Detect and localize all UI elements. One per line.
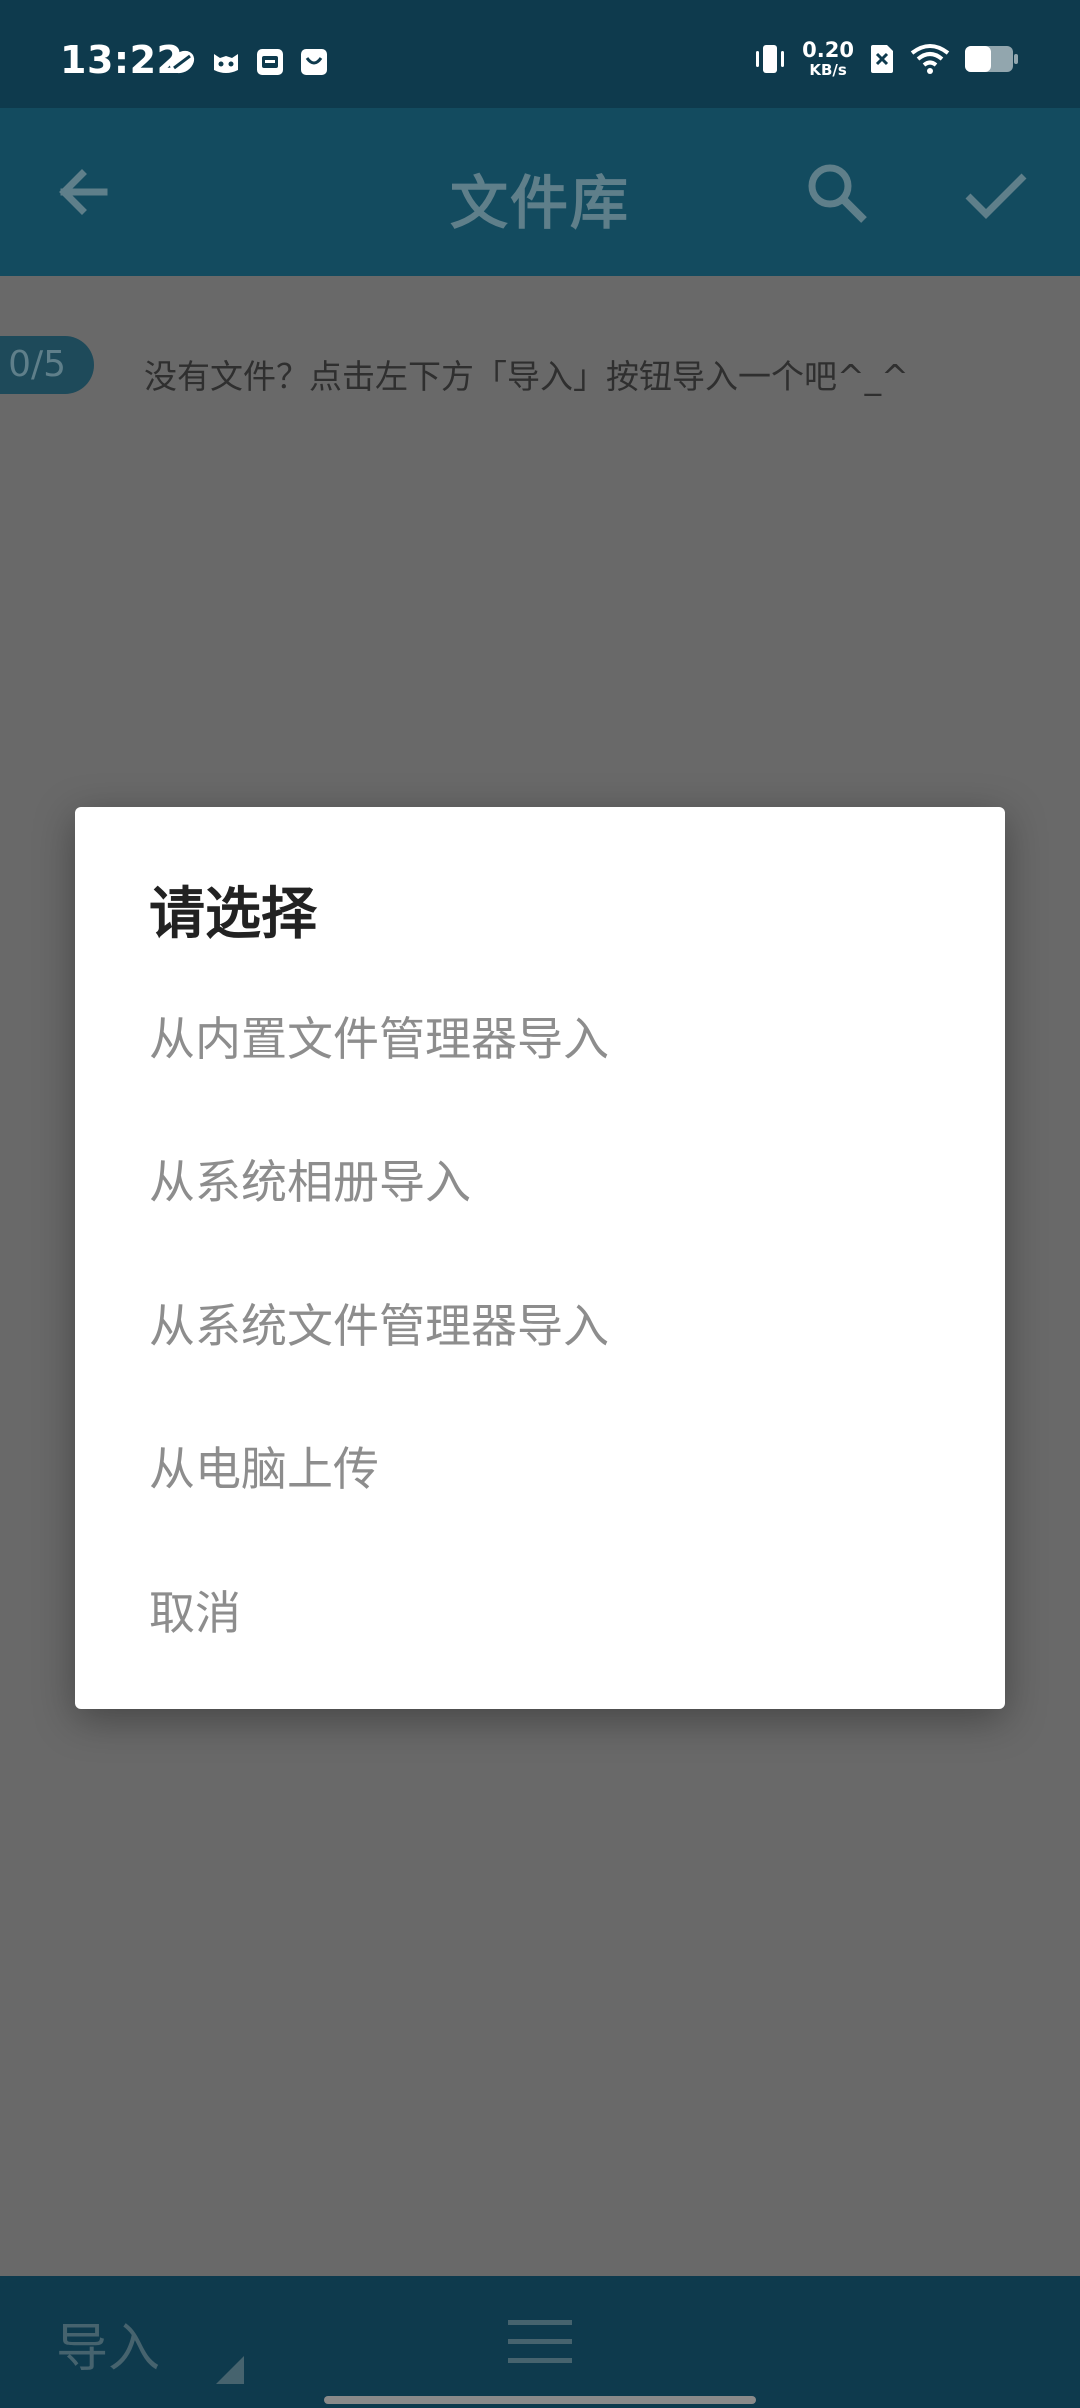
home-indicator[interactable] [324, 2396, 756, 2404]
wifi-icon [910, 44, 950, 74]
option-system-gallery[interactable]: 从系统相册导入 [149, 1132, 929, 1232]
network-speed-value: 0.20 [802, 38, 854, 62]
option-upload-from-computer[interactable]: 从电脑上传 [149, 1419, 929, 1519]
vibrate-icon [756, 45, 785, 73]
search-icon[interactable] [800, 156, 876, 232]
option-builtin-file-manager[interactable]: 从内置文件管理器导入 [149, 989, 929, 1089]
bottom-bar: 导入 [0, 2276, 1080, 2408]
cancel-option[interactable]: 取消 [149, 1563, 929, 1663]
choose-import-dialog: 请选择 从内置文件管理器导入 从系统相册导入 从系统文件管理器导入 从电脑上传 … [75, 807, 1005, 1709]
import-button-label: 导入 [56, 2319, 161, 2379]
app-icon-2 [214, 54, 238, 73]
status-bar: 13:22 0.20 KB/s [0, 0, 1080, 108]
app-icon-3 [257, 49, 283, 75]
empty-state-hint: 没有文件？点击左下方「导入」按钮导入一个吧^_^ [144, 357, 909, 396]
app-icon-4 [301, 49, 327, 75]
dialog-title: 请选择 [149, 882, 317, 947]
hamburger-menu-icon[interactable] [506, 2316, 574, 2368]
battery-icon [965, 46, 1018, 72]
dropdown-corner-icon [216, 2356, 244, 2384]
network-speed: 0.20 KB/s [802, 40, 854, 78]
file-count-badge: 0/5 [0, 336, 94, 394]
check-icon[interactable] [958, 156, 1034, 232]
page-title: 文件库 [449, 169, 630, 237]
option-system-file-manager[interactable]: 从系统文件管理器导入 [149, 1276, 929, 1376]
status-indicators: 0.20 KB/s [752, 40, 1020, 78]
import-button[interactable]: 导入 [56, 2306, 256, 2384]
notification-icons [166, 46, 330, 78]
top-app-bar: 文件库 [0, 108, 1080, 276]
status-time: 13:22 [60, 38, 184, 82]
sim-off-icon [871, 45, 893, 73]
app-icon-1 [169, 50, 195, 74]
network-speed-unit: KB/s [809, 61, 847, 79]
